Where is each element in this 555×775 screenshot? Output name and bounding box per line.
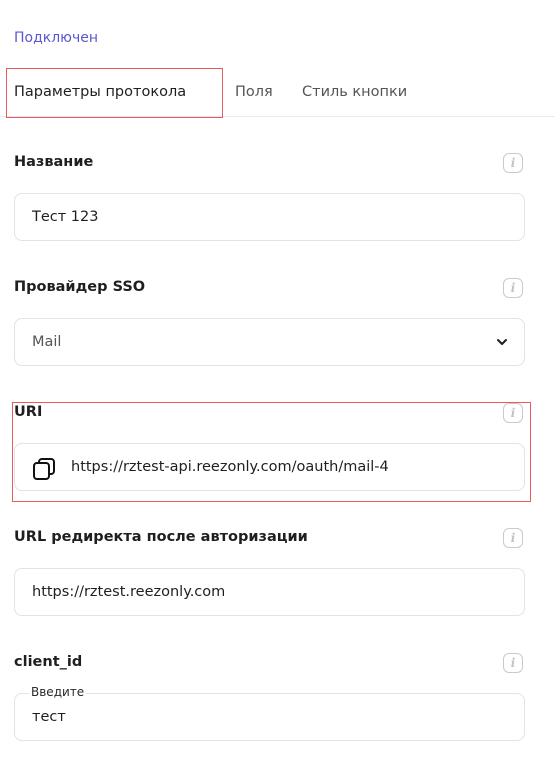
client-id-value: тест <box>32 709 66 725</box>
name-field[interactable]: Тест 123 <box>14 193 525 241</box>
sso-provider-label: Провайдер SSO <box>14 279 146 295</box>
redirect-url-label: URL редиректа после авторизации <box>14 529 308 545</box>
active-tab-highlight <box>6 68 223 118</box>
tab-fields[interactable]: Поля <box>235 84 273 100</box>
sso-provider-value: Mail <box>32 334 62 350</box>
info-icon[interactable]: i <box>503 528 523 548</box>
client-id-field[interactable]: Введите тест <box>14 685 525 741</box>
name-label: Название <box>14 154 94 170</box>
connection-status: Подключен <box>14 30 98 46</box>
name-value: Тест 123 <box>32 209 99 225</box>
client-id-floating-label: Введите <box>29 685 87 699</box>
sso-provider-select[interactable]: Mail <box>14 318 525 366</box>
redirect-url-field[interactable]: https://rztest.reezonly.com <box>14 568 525 616</box>
chevron-down-icon <box>497 339 507 345</box>
client-id-label: client_id <box>14 654 83 670</box>
tab-button-style[interactable]: Стиль кнопки <box>302 84 407 100</box>
info-icon[interactable]: i <box>503 153 523 173</box>
info-icon[interactable]: i <box>503 278 523 298</box>
info-icon[interactable]: i <box>503 653 523 673</box>
redirect-url-value: https://rztest.reezonly.com <box>32 584 226 600</box>
uri-highlight <box>12 402 531 502</box>
